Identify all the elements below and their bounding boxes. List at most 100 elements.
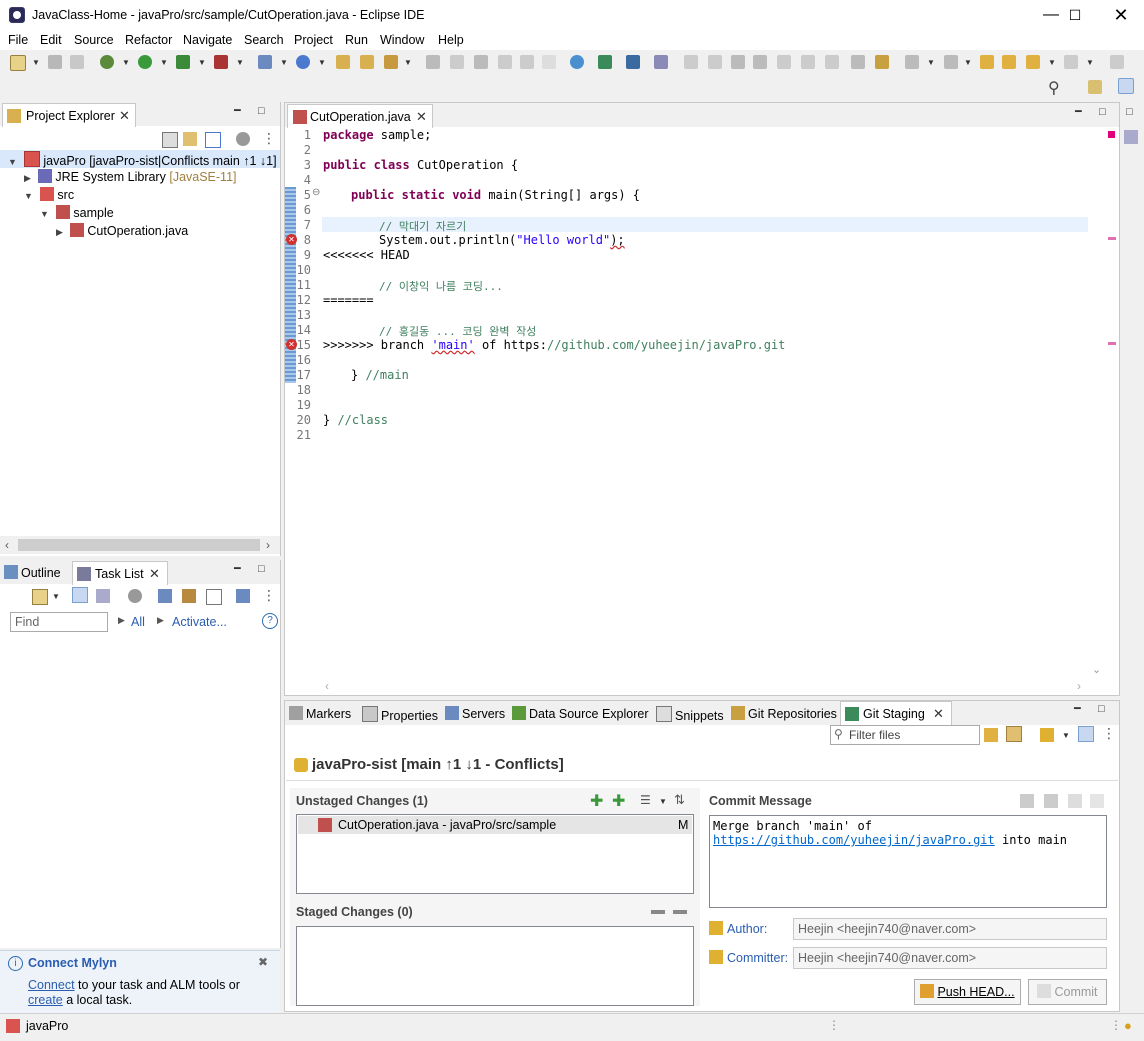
- connect-link[interactable]: Connect: [28, 978, 75, 992]
- suspend-icon[interactable]: [708, 55, 722, 69]
- tab-task-list[interactable]: Task List ✕: [72, 561, 168, 585]
- chevron-down-icon[interactable]: ▼: [1048, 58, 1056, 67]
- resume-icon[interactable]: [684, 55, 698, 69]
- fold-toggle-icon[interactable]: ⊖: [312, 187, 320, 198]
- hide-completed-icon[interactable]: [158, 589, 172, 603]
- toggle-mark-icon[interactable]: [426, 55, 440, 69]
- menu-file[interactable]: File: [8, 33, 28, 47]
- debug-icon[interactable]: [100, 55, 114, 69]
- save-icon[interactable]: [48, 55, 62, 69]
- chevron-down-icon[interactable]: ▼: [122, 58, 130, 67]
- horizontal-scrollbar[interactable]: ‹ ›: [0, 536, 280, 554]
- menu-edit[interactable]: Edit: [40, 33, 62, 47]
- menu-navigate[interactable]: Navigate: [183, 33, 232, 47]
- commit-message-link[interactable]: https://github.com/yuheejin/javaPro.git: [713, 833, 995, 847]
- code-line-8[interactable]: System.out.println("Hello world");: [379, 233, 625, 247]
- code-line-11[interactable]: // 이창익 나름 코딩...: [379, 278, 503, 294]
- all-link[interactable]: All: [131, 615, 145, 629]
- save-all-icon[interactable]: [70, 55, 84, 69]
- coverage-icon[interactable]: [176, 55, 190, 69]
- scroll-left-icon[interactable]: ‹: [325, 679, 329, 693]
- code-line-14[interactable]: // 홍길동 ... 코딩 완벽 작성: [379, 323, 536, 339]
- notification-bulb-icon[interactable]: ●: [1124, 1018, 1132, 1033]
- tab-data-source-explorer[interactable]: Data Source Explorer: [512, 706, 649, 721]
- new-task-icon[interactable]: [32, 589, 48, 605]
- close-button[interactable]: ✕: [1098, 0, 1144, 30]
- search-tools-icon[interactable]: [384, 55, 398, 69]
- chevron-down-icon[interactable]: ▼: [404, 58, 412, 67]
- push-head-button[interactable]: Push HEAD...: [914, 979, 1021, 1005]
- minimize-icon[interactable]: ━: [234, 562, 241, 575]
- scroll-right-icon[interactable]: ›: [266, 538, 270, 552]
- stage-all-icon[interactable]: ✚: [612, 791, 625, 811]
- step-return-icon[interactable]: [825, 55, 839, 69]
- tree-item-file[interactable]: ▶ CutOperation.java: [56, 223, 188, 238]
- open-perspective-icon[interactable]: [1088, 80, 1102, 94]
- maximize-icon[interactable]: □: [1098, 703, 1105, 715]
- chevron-down-icon[interactable]: ▼: [659, 797, 667, 806]
- minimized-view-icon[interactable]: [1124, 130, 1138, 144]
- console-icon[interactable]: [626, 55, 640, 69]
- list-item[interactable]: CutOperation.java - javaPro/src/sample M: [298, 816, 692, 834]
- scheduled-icon[interactable]: [96, 589, 110, 603]
- sort-icon[interactable]: ⇅: [674, 792, 685, 808]
- step-over-icon[interactable]: [801, 55, 815, 69]
- annotation-icon[interactable]: [450, 55, 464, 69]
- code-line-1[interactable]: package sample;: [323, 128, 431, 142]
- sync-icon[interactable]: [236, 589, 250, 603]
- new-class-icon[interactable]: [296, 55, 310, 69]
- open-type-icon[interactable]: [336, 55, 350, 69]
- tree-item-project[interactable]: ▼ javaPro [javaPro-sist|Conflicts main ↑…: [8, 151, 277, 168]
- commit-button[interactable]: Commit: [1028, 979, 1107, 1005]
- open-task-icon[interactable]: [360, 55, 374, 69]
- minimize-icon[interactable]: ━: [234, 104, 241, 117]
- unstaged-list[interactable]: CutOperation.java - javaPro/src/sample M: [296, 814, 694, 894]
- chevron-down-icon[interactable]: ▼: [927, 58, 935, 67]
- overview-error-indicator[interactable]: [1108, 131, 1115, 138]
- code-line-20[interactable]: } //class: [323, 413, 388, 427]
- new-java-project-icon[interactable]: [258, 55, 272, 69]
- close-icon[interactable]: ✕: [119, 108, 130, 124]
- scroll-right-icon[interactable]: ›: [1077, 679, 1081, 693]
- collapse-all-icon[interactable]: [206, 589, 222, 605]
- back-icon[interactable]: [1002, 55, 1016, 69]
- close-icon[interactable]: ✕: [149, 566, 160, 582]
- tab-git-repositories[interactable]: Git Repositories: [731, 706, 837, 721]
- create-link[interactable]: create: [28, 993, 63, 1007]
- code-line-7[interactable]: // 막대기 자르기: [379, 218, 466, 234]
- close-icon[interactable]: ✕: [416, 109, 427, 125]
- tree-item-package[interactable]: ▼ sample: [40, 205, 114, 220]
- search-icon[interactable]: ⚲: [1048, 78, 1060, 98]
- git-icon[interactable]: [598, 55, 612, 69]
- code-line-17[interactable]: } //main: [351, 368, 409, 382]
- code-line-15[interactable]: >>>>>>> branch 'main' of https://github.…: [323, 338, 785, 352]
- back-history-icon[interactable]: [1026, 55, 1040, 69]
- presentation-icon[interactable]: ☰: [640, 793, 651, 807]
- tab-outline[interactable]: Outline: [4, 565, 61, 580]
- menu-refactor[interactable]: Refactor: [125, 33, 172, 47]
- tab-git-staging[interactable]: Git Staging ✕: [840, 701, 952, 725]
- layout-icon[interactable]: [1078, 726, 1094, 742]
- committer-field[interactable]: Heejin <heejin740@naver.com>: [793, 947, 1107, 969]
- view-menu-icon[interactable]: ⋮: [1102, 725, 1116, 742]
- scroll-down-icon[interactable]: ⌄: [1092, 663, 1101, 676]
- menu-project[interactable]: Project: [294, 33, 333, 47]
- menu-window[interactable]: Window: [380, 33, 424, 47]
- minimize-icon[interactable]: ━: [1074, 702, 1081, 715]
- tab-servers[interactable]: Servers: [445, 706, 505, 721]
- tab-snippets[interactable]: Snippets: [656, 706, 724, 723]
- menu-search[interactable]: Search: [244, 33, 284, 47]
- tab-markers[interactable]: Markers: [289, 706, 351, 721]
- close-icon[interactable]: ✖: [258, 955, 268, 969]
- drop-frame-icon[interactable]: [851, 55, 865, 69]
- code-line-12[interactable]: =======: [323, 293, 374, 307]
- chevron-down-icon[interactable]: ▼: [1086, 58, 1094, 67]
- overview-marker[interactable]: [1108, 237, 1116, 240]
- menu-run[interactable]: Run: [345, 33, 368, 47]
- close-icon[interactable]: ✕: [933, 706, 944, 722]
- scroll-left-icon[interactable]: ‹: [5, 538, 9, 552]
- stage-selected-icon[interactable]: ✚: [590, 791, 603, 811]
- web-browser-icon[interactable]: [570, 55, 584, 69]
- breadcrumb-icon[interactable]: [474, 55, 488, 69]
- amend-icon[interactable]: [1020, 794, 1034, 808]
